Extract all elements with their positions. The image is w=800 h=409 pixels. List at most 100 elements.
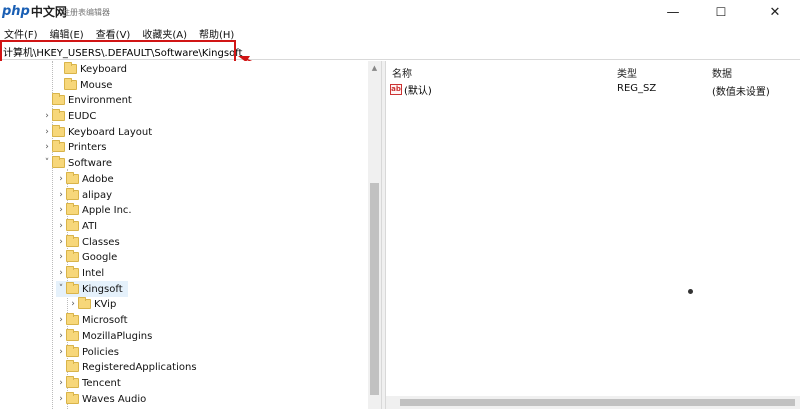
column-header-type[interactable]: 类型 [617,65,637,80]
folder-icon [52,125,65,137]
tree-item-policies[interactable]: › Policies [56,344,119,360]
expander-icon[interactable]: › [56,378,66,388]
folder-icon [66,266,79,278]
expander-icon[interactable]: › [42,111,52,121]
folder-icon [52,156,65,168]
registry-tree: Keyboard Mouse Environment › EUDC › Keyb… [0,61,382,409]
values-hscrollbar[interactable] [386,396,800,409]
folder-icon [66,219,79,231]
expander-icon[interactable]: ˅ [56,284,66,294]
tree-item-tencent[interactable]: › Tencent [56,375,121,391]
expander-icon[interactable]: › [56,190,66,200]
folder-icon [66,329,79,341]
tree-item-software[interactable]: ˅ Software [42,155,112,171]
folder-icon [52,93,65,105]
expander-icon[interactable]: › [56,237,66,247]
expander-icon[interactable]: › [56,315,66,325]
tree-item-label: Waves Audio [82,393,147,405]
tree-item-kingsoft[interactable]: ˅ Kingsoft [56,281,128,297]
tree-item-label: KVip [94,298,117,310]
tree-item-label: Software [68,157,113,169]
value-row[interactable]: ab (默认) [390,81,432,97]
expander-icon[interactable]: › [68,299,78,309]
values-pane: 名称 类型 数据 ab (默认) REG_SZ (数值未设置) [386,61,800,409]
value-name: (默认) [404,85,432,97]
tree-item-label: Keyboard [80,63,128,75]
folder-icon [64,62,77,74]
expander-icon[interactable]: › [42,142,52,152]
folder-icon [66,376,79,388]
scroll-thumb[interactable] [370,183,379,395]
expander-icon[interactable]: › [56,252,66,262]
tree-item-label: Microsoft [82,314,128,326]
expander-icon[interactable]: › [56,394,66,404]
expander-icon[interactable]: › [56,347,66,357]
tree-scrollbar[interactable]: ▲ [368,61,381,409]
tree-item-classes[interactable]: › Classes [56,234,120,250]
folder-icon [66,282,79,294]
folder-icon [52,109,65,121]
tree-item-intel[interactable]: › Intel [56,265,104,281]
tree-item-label: alipay [82,189,113,201]
value-data: (数值未设置) [712,87,770,98]
tree-item-label: Apple Inc. [82,204,132,216]
folder-icon [66,250,79,262]
hscroll-thumb[interactable] [400,399,795,406]
folder-icon [66,172,79,184]
tree-item-mouse[interactable]: Mouse [54,77,112,93]
tree-item-ati[interactable]: › ATI [56,218,97,234]
tree-item-label: RegisteredApplications [82,361,197,373]
folder-icon [66,345,79,357]
tree-item-label: Mouse [80,79,113,91]
scroll-up-icon[interactable]: ▲ [368,61,381,74]
tree-item-label: EUDC [68,110,97,122]
expander-icon[interactable]: › [42,127,52,137]
cursor-dot [688,289,693,294]
tree-item-environment[interactable]: Environment [42,92,132,108]
expander-icon[interactable]: ˅ [42,158,52,168]
expander-icon[interactable]: › [56,174,66,184]
string-value-icon: ab [390,83,402,95]
tree-item-alipay[interactable]: › alipay [56,187,112,203]
tree-item-label: Google [82,251,118,263]
tree-item-registeredapplications[interactable]: RegisteredApplications [56,359,197,375]
tree-item-label: Printers [68,141,107,153]
tree-item-printers[interactable]: › Printers [42,139,106,155]
column-header-name[interactable]: 名称 [392,65,412,80]
folder-icon [66,360,79,372]
tree-item-label: Policies [82,346,119,358]
tree-item-google[interactable]: › Google [56,249,117,265]
folder-icon [64,78,77,90]
tree-item-eudc[interactable]: › EUDC [42,108,96,124]
expander-icon[interactable]: › [56,268,66,278]
tree-item-apple[interactable]: › Apple Inc. [56,202,132,218]
folder-icon [78,297,91,309]
column-header-data[interactable]: 数据 [712,65,732,80]
tree-item-label: Classes [82,236,120,248]
tree-item-label: MozillaPlugins [82,330,153,342]
tree-item-keyboard-layout[interactable]: › Keyboard Layout [42,124,152,140]
tree-item-keyboard[interactable]: Keyboard [54,61,127,77]
folder-icon [66,235,79,247]
tree-item-kvip[interactable]: › KVip [68,296,116,312]
expander-icon[interactable]: › [56,331,66,341]
tree-item-label: ATI [82,220,98,232]
folder-icon [66,188,79,200]
folder-icon [52,140,65,152]
folder-icon [66,392,79,404]
value-type: REG_SZ [617,83,657,94]
tree-item-label: Tencent [82,377,121,389]
tree-item-label: Intel [82,267,105,279]
tree-item-label: Keyboard Layout [68,126,153,138]
tree-item-adobe[interactable]: › Adobe [56,171,114,187]
tree-item-label: Kingsoft [82,283,123,295]
folder-icon [66,313,79,325]
expander-icon[interactable]: › [56,205,66,215]
tree-item-waves-audio[interactable]: › Waves Audio [56,391,146,407]
tree-item-label: Environment [68,94,132,106]
expander-icon[interactable]: › [56,221,66,231]
tree-item-mozillaplugins[interactable]: › MozillaPlugins [56,328,152,344]
tree-item-microsoft[interactable]: › Microsoft [56,312,128,328]
tree-item-label: Adobe [82,173,114,185]
folder-icon [66,203,79,215]
